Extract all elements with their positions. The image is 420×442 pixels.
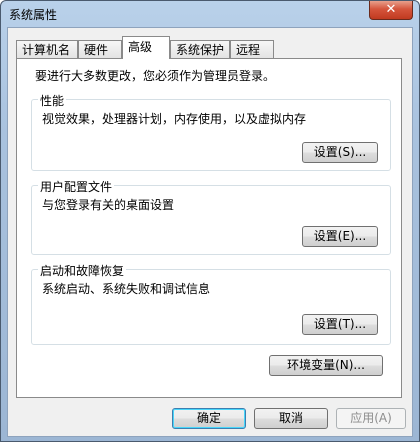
performance-group-title: 性能 [38, 92, 67, 109]
performance-group: 性能 视觉效果，处理器计划，内存使用，以及虚拟内存 设置(S)... [31, 92, 391, 171]
apply-button[interactable]: 应用(A) [336, 408, 406, 429]
startup-recovery-description: 系统启动、系统失败和调试信息 [42, 282, 211, 296]
tab-advanced[interactable]: 高级 [122, 36, 170, 59]
tab-hardware[interactable]: 硬件 [78, 40, 122, 58]
cancel-button[interactable]: 取消 [254, 408, 328, 429]
tab-computer-name[interactable]: 计算机名 [16, 40, 78, 58]
user-profiles-group: 用户配置文件 与您登录有关的桌面设置 设置(E)... [31, 178, 391, 255]
tab-system-protection[interactable]: 系统保护 [170, 40, 230, 58]
advanced-tab-panel: 要进行大多数更改，您必须作为管理员登录。 性能 视觉效果，处理器计划，内存使用，… [16, 58, 402, 398]
environment-variables-button[interactable]: 环境变量(N)... [269, 355, 383, 376]
performance-settings-button[interactable]: 设置(S)... [302, 142, 378, 163]
startup-recovery-group-title: 启动和故障恢复 [38, 262, 127, 279]
startup-recovery-settings-button[interactable]: 设置(T)... [302, 314, 378, 335]
dialog-client-area: 计算机名 硬件 高级 系统保护 远程 要进行大多数更改，您必须作为管理员登录。 … [7, 27, 413, 437]
user-profiles-settings-button[interactable]: 设置(E)... [302, 226, 378, 247]
window-title: 系统属性 [9, 8, 58, 22]
ok-button[interactable]: 确定 [172, 408, 246, 429]
admin-notice: 要进行大多数更改，您必须作为管理员登录。 [35, 69, 276, 83]
user-profiles-description: 与您登录有关的桌面设置 [42, 198, 175, 212]
system-properties-window: 系统属性 ✕ 计算机名 硬件 高级 系统保护 远程 要进行大多数更改，您必须作为… [0, 0, 420, 442]
performance-description: 视觉效果，处理器计划，内存使用，以及虚拟内存 [42, 112, 307, 126]
close-button[interactable]: ✕ [369, 1, 413, 20]
startup-recovery-group: 启动和故障恢复 系统启动、系统失败和调试信息 设置(T)... [31, 262, 391, 345]
tab-remote[interactable]: 远程 [230, 40, 274, 58]
user-profiles-group-title: 用户配置文件 [38, 178, 115, 195]
title-bar[interactable]: 系统属性 ✕ [1, 1, 419, 27]
